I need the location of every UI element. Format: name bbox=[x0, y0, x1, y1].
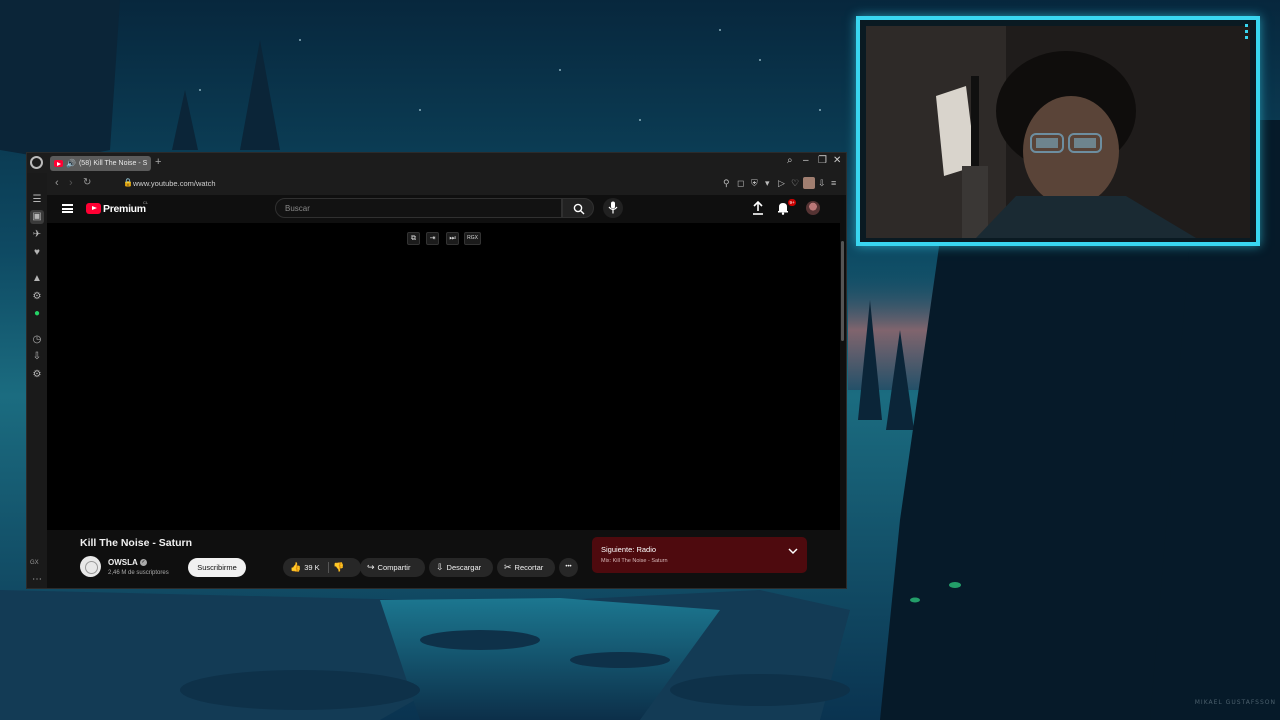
channel-name[interactable]: OWSLA bbox=[108, 558, 138, 567]
forward-icon[interactable]: › bbox=[69, 177, 73, 189]
account-avatar[interactable] bbox=[806, 201, 820, 215]
player-lucid-mode-button[interactable]: ⇥ bbox=[426, 232, 439, 245]
chevron-down-icon[interactable] bbox=[788, 547, 798, 555]
history-icon[interactable]: ◷ bbox=[30, 333, 44, 347]
gx-label: GX bbox=[30, 560, 39, 566]
upload-icon[interactable] bbox=[752, 201, 764, 215]
menu-icon[interactable] bbox=[62, 204, 73, 213]
up-next-title: Siguiente: Radio bbox=[601, 545, 657, 554]
download-icon: ⇩ bbox=[436, 562, 444, 572]
tabs-menu-icon[interactable]: ☰ bbox=[30, 193, 44, 207]
opera-sidebar: ☰ ▣ ✈ ♥ ▲ ⚙ ● ◷ ⇩ ⚙ GX ⋯ bbox=[27, 173, 47, 588]
play-extension-icon[interactable]: ▷ bbox=[778, 178, 785, 189]
chatgpt-icon[interactable]: ⚙ bbox=[30, 290, 44, 304]
reload-icon[interactable]: ↻ bbox=[83, 177, 91, 188]
easy-setup-icon[interactable]: ≡ bbox=[831, 178, 836, 188]
bookmark-pin-icon[interactable]: ⚲ bbox=[723, 178, 730, 189]
tab-title: (58) Kill The Noise - S bbox=[78, 160, 148, 167]
profile-extension-icon[interactable] bbox=[803, 177, 815, 189]
region-code: CL bbox=[143, 200, 149, 205]
new-tab-icon[interactable]: + bbox=[155, 156, 161, 168]
minimize-icon[interactable]: – bbox=[803, 155, 809, 166]
gx-corner-icon[interactable]: ✈ bbox=[30, 228, 44, 242]
clip-button[interactable]: ✂ Recortar bbox=[497, 558, 555, 577]
download-label: Descargar bbox=[446, 563, 482, 572]
tab-search-icon[interactable]: ⌕ bbox=[787, 155, 793, 166]
like-icon[interactable]: 👍 bbox=[290, 558, 301, 577]
channel-avatar[interactable] bbox=[80, 556, 101, 577]
verified-check-icon: ✓ bbox=[140, 559, 147, 566]
address-bar: ‹ › ↻ 🔒 www.youtube.com/watch ⚲ ◻ ⛨ ▾ ▷ … bbox=[47, 173, 846, 195]
clip-label: Recortar bbox=[514, 563, 544, 572]
youtube-logo-icon[interactable] bbox=[86, 203, 101, 214]
share-label: Compartir bbox=[377, 563, 411, 572]
video-player[interactable]: ⧉ ⇥ ⏭ RGX bbox=[47, 223, 840, 530]
search-input[interactable]: Buscar bbox=[275, 198, 562, 218]
browser-tab-active[interactable]: 🔊 (58) Kill The Noise - S bbox=[50, 156, 151, 171]
player-next-track-button[interactable]: ⏭ bbox=[446, 232, 459, 245]
download-extension-icon[interactable]: ⇩ bbox=[818, 178, 826, 189]
back-icon[interactable]: ‹ bbox=[55, 177, 59, 189]
like-dislike-group: 👍 39 K 👎 bbox=[283, 558, 361, 577]
dislike-icon[interactable]: 👎 bbox=[333, 558, 344, 577]
maximize-icon[interactable]: ❐ bbox=[818, 155, 827, 166]
download-button[interactable]: ⇩ Descargar bbox=[429, 558, 493, 577]
settings-icon[interactable]: ⚙ bbox=[30, 368, 44, 382]
cleaner-icon[interactable]: ♥ bbox=[30, 246, 44, 260]
url-field[interactable]: www.youtube.com/watch bbox=[133, 179, 216, 188]
more-actions-button[interactable]: ••• bbox=[559, 558, 578, 577]
browser-window: 🔊 (58) Kill The Noise - S + ⌕ – ❐ ✕ ‹ › … bbox=[26, 152, 847, 589]
speaker-icon[interactable]: 🔊 bbox=[66, 159, 76, 168]
subscribe-button[interactable]: Suscribirme bbox=[188, 558, 246, 577]
aria-icon[interactable]: ▲ bbox=[30, 272, 44, 286]
microphone-icon bbox=[608, 201, 618, 214]
whatsapp-icon[interactable]: ● bbox=[30, 307, 44, 321]
like-count[interactable]: 39 K bbox=[304, 563, 319, 572]
heart-icon[interactable]: ♡ bbox=[791, 178, 799, 189]
webcam-frame-decoration bbox=[1245, 24, 1253, 44]
wallpaper-watermark: MIKAEL GUSTAFSSON bbox=[1194, 699, 1276, 706]
vpn-icon[interactable]: ▾ bbox=[765, 178, 770, 189]
voice-search-button[interactable] bbox=[603, 198, 623, 218]
share-button[interactable]: ↪ Compartir bbox=[360, 558, 425, 577]
channel-subscriber-count: 2,46 M de suscriptores bbox=[108, 570, 169, 576]
shield-icon[interactable]: ⛨ bbox=[751, 178, 758, 189]
opera-gx-logo-icon[interactable] bbox=[30, 156, 43, 169]
video-title: Kill The Noise - Saturn bbox=[80, 537, 193, 549]
player-rgx-button[interactable]: RGX bbox=[464, 232, 481, 245]
youtube-favicon-icon bbox=[54, 160, 63, 167]
notifications-badge: 9+ bbox=[788, 199, 797, 206]
up-next-subtitle: Mix: Kill The Noise - Saturn bbox=[601, 558, 668, 564]
search-button[interactable] bbox=[562, 198, 594, 218]
youtube-premium-label[interactable]: Premium bbox=[103, 203, 146, 215]
webcam-overlay bbox=[856, 16, 1260, 246]
share-icon: ↪ bbox=[367, 562, 375, 572]
more-icon[interactable]: ⋯ bbox=[30, 573, 44, 587]
close-icon[interactable]: ✕ bbox=[833, 155, 841, 166]
page-scrollbar[interactable] bbox=[841, 241, 844, 341]
title-bar: 🔊 (58) Kill The Noise - S + ⌕ – ❐ ✕ bbox=[27, 153, 846, 173]
downloads-icon[interactable]: ⇩ bbox=[30, 350, 44, 364]
scissors-icon: ✂ bbox=[504, 562, 512, 572]
up-next-panel[interactable]: Siguiente: Radio Mix: Kill The Noise - S… bbox=[592, 537, 807, 573]
search-icon bbox=[573, 203, 585, 215]
youtube-page: Premium CL Buscar 9+ ⧉ ⇥ ⏭ RGX Kill The … bbox=[47, 195, 846, 588]
snapshot-icon[interactable]: ◻ bbox=[737, 178, 744, 189]
webcam-feed bbox=[866, 26, 1250, 238]
player-popout-button[interactable]: ⧉ bbox=[407, 232, 420, 245]
lock-icon[interactable]: 🔒 bbox=[123, 178, 133, 187]
gx-control-icon[interactable]: ▣ bbox=[30, 210, 44, 224]
